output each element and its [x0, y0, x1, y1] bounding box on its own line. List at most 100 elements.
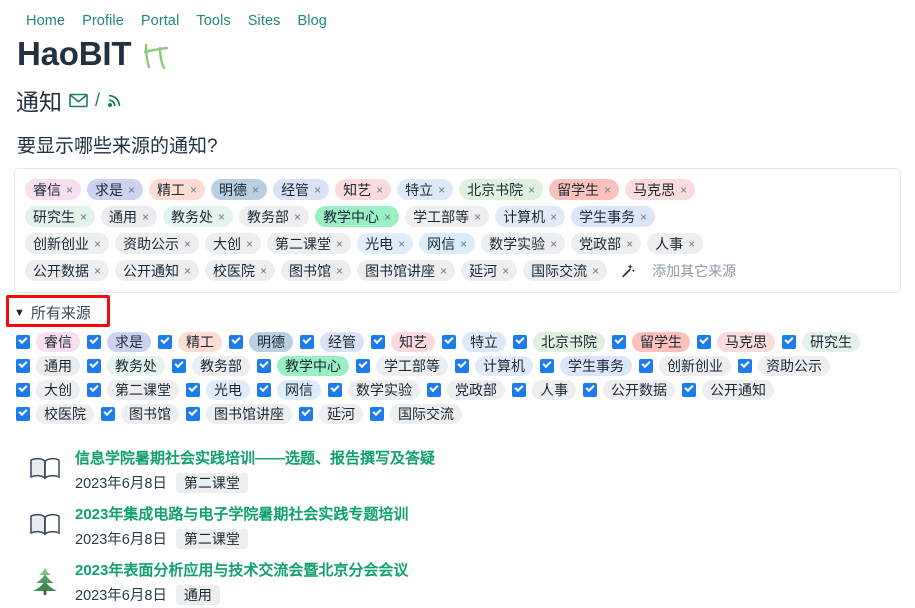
notification-title-link[interactable]: 2023年表面分析应用与技术交流会暨北京分会会议: [75, 562, 408, 579]
remove-tag-icon[interactable]: ×: [190, 184, 197, 196]
source-checkbox-item[interactable]: 人事: [512, 380, 576, 400]
source-checkbox-item[interactable]: 研究生: [782, 332, 860, 352]
source-checkbox-item[interactable]: 北京书院: [513, 332, 605, 352]
checkbox-checked-icon[interactable]: [229, 335, 243, 349]
nav-link-tools[interactable]: Tools: [196, 13, 230, 29]
remove-tag-icon[interactable]: ×: [336, 265, 343, 277]
checkbox-checked-icon[interactable]: [16, 383, 30, 397]
remove-tag-icon[interactable]: ×: [384, 211, 391, 223]
remove-tag-icon[interactable]: ×: [218, 211, 225, 223]
checkbox-checked-icon[interactable]: [186, 407, 200, 421]
checkbox-checked-icon[interactable]: [371, 335, 385, 349]
remove-tag-icon[interactable]: ×: [550, 238, 557, 250]
add-other-source-input[interactable]: 添加其它来源: [652, 261, 736, 281]
notification-source-badge[interactable]: 通用: [175, 584, 220, 605]
source-checkbox-item[interactable]: 国际交流: [370, 404, 462, 424]
remove-tag-icon[interactable]: ×: [460, 238, 467, 250]
all-sources-toggle[interactable]: ▼ 所有来源: [12, 300, 95, 325]
selected-tag[interactable]: 学工部等 ×: [405, 206, 490, 227]
source-checkbox-item[interactable]: 求是: [87, 332, 151, 352]
selected-tag[interactable]: 延河 ×: [461, 260, 518, 281]
selected-tag[interactable]: 留学生 ×: [549, 179, 620, 200]
remove-tag-icon[interactable]: ×: [184, 265, 191, 277]
selected-tag[interactable]: 学生事务 ×: [571, 206, 656, 227]
checkbox-checked-icon[interactable]: [87, 335, 101, 349]
remove-tag-icon[interactable]: ×: [184, 238, 191, 250]
nav-link-portal[interactable]: Portal: [141, 13, 179, 29]
nav-link-blog[interactable]: Blog: [298, 13, 327, 29]
checkbox-checked-icon[interactable]: [427, 383, 441, 397]
selected-tag[interactable]: 大创 ×: [205, 233, 262, 254]
selected-tag[interactable]: 创新创业 ×: [25, 233, 110, 254]
remove-tag-icon[interactable]: ×: [94, 238, 101, 250]
remove-tag-icon[interactable]: ×: [528, 184, 535, 196]
checkbox-checked-icon[interactable]: [370, 407, 384, 421]
checkbox-checked-icon[interactable]: [328, 383, 342, 397]
source-checkbox-item[interactable]: 计算机: [455, 356, 533, 376]
selected-tag[interactable]: 图书馆讲座 ×: [357, 260, 456, 281]
source-checkbox-item[interactable]: 精工: [158, 332, 222, 352]
source-checkbox-item[interactable]: 教务部: [172, 356, 250, 376]
selected-tag[interactable]: 公开通知 ×: [115, 260, 200, 281]
checkbox-checked-icon[interactable]: [442, 335, 456, 349]
checkbox-checked-icon[interactable]: [782, 335, 796, 349]
remove-tag-icon[interactable]: ×: [66, 184, 73, 196]
remove-tag-icon[interactable]: ×: [94, 265, 101, 277]
selected-tag[interactable]: 通用 ×: [101, 206, 158, 227]
selected-tag[interactable]: 国际交流 ×: [523, 260, 608, 281]
checkbox-checked-icon[interactable]: [540, 359, 554, 373]
selected-tag[interactable]: 公开数据 ×: [25, 260, 110, 281]
notification-item[interactable]: 2023年集成电路与电子学院暑期社会实践专题培训 2023年6月8日 第二课堂: [0, 496, 915, 552]
source-checkbox-item[interactable]: 教学中心: [257, 356, 349, 376]
source-checkbox-item[interactable]: 数学实验: [328, 380, 420, 400]
source-checkbox-item[interactable]: 延河: [299, 404, 363, 424]
notification-item[interactable]: 2023年表面分析应用与技术交流会暨北京分会会议 2023年6月8日 通用: [0, 552, 915, 608]
selected-tag[interactable]: 校医院 ×: [205, 260, 276, 281]
source-checkbox-item[interactable]: 睿信: [16, 332, 80, 352]
source-checkbox-item[interactable]: 党政部: [427, 380, 505, 400]
remove-tag-icon[interactable]: ×: [440, 265, 447, 277]
remove-tag-icon[interactable]: ×: [688, 238, 695, 250]
notification-title-link[interactable]: 信息学院暑期社会实践培训——选题、报告撰写及答疑: [75, 450, 435, 467]
checkbox-checked-icon[interactable]: [257, 359, 271, 373]
remove-tag-icon[interactable]: ×: [474, 211, 481, 223]
checkbox-checked-icon[interactable]: [356, 359, 370, 373]
checkbox-checked-icon[interactable]: [512, 383, 526, 397]
selected-tag[interactable]: 马克思 ×: [625, 179, 696, 200]
selected-tag[interactable]: 教学中心 ×: [315, 206, 400, 227]
source-checkbox-item[interactable]: 大创: [16, 380, 80, 400]
source-checkbox-item[interactable]: 第二课堂: [87, 380, 179, 400]
source-checkbox-item[interactable]: 通用: [16, 356, 80, 376]
checkbox-checked-icon[interactable]: [158, 335, 172, 349]
selected-tag[interactable]: 明德 ×: [211, 179, 268, 200]
selected-tag[interactable]: 图书馆 ×: [281, 260, 352, 281]
source-checkbox-item[interactable]: 校医院: [16, 404, 94, 424]
selected-tag[interactable]: 研究生 ×: [25, 206, 96, 227]
remove-tag-icon[interactable]: ×: [128, 184, 135, 196]
selected-tag[interactable]: 睿信 ×: [25, 179, 82, 200]
selected-tag[interactable]: 知艺 ×: [335, 179, 392, 200]
notification-item[interactable]: 信息学院暑期社会实践培训——选题、报告撰写及答疑 2023年6月8日 第二课堂: [0, 440, 915, 496]
source-checkbox-item[interactable]: 留学生: [612, 332, 690, 352]
remove-tag-icon[interactable]: ×: [252, 184, 259, 196]
source-checkbox-item[interactable]: 光电: [186, 380, 250, 400]
source-checkbox-item[interactable]: 特立: [442, 332, 506, 352]
checkbox-checked-icon[interactable]: [186, 383, 200, 397]
selected-tag[interactable]: 党政部 ×: [571, 233, 642, 254]
selected-tag[interactable]: 精工 ×: [149, 179, 206, 200]
selected-tag[interactable]: 第二课堂 ×: [267, 233, 352, 254]
source-checkbox-item[interactable]: 马克思: [697, 332, 775, 352]
notification-title-link[interactable]: 2023年集成电路与电子学院暑期社会实践专题培训: [75, 506, 408, 523]
remove-tag-icon[interactable]: ×: [438, 184, 445, 196]
source-checkbox-item[interactable]: 学工部等: [356, 356, 448, 376]
nav-link-sites[interactable]: Sites: [248, 13, 281, 29]
source-checkbox-item[interactable]: 公开数据: [583, 380, 675, 400]
source-checkbox-item[interactable]: 图书馆讲座: [186, 404, 292, 424]
remove-tag-icon[interactable]: ×: [626, 238, 633, 250]
remove-tag-icon[interactable]: ×: [376, 184, 383, 196]
notification-source-badge[interactable]: 第二课堂: [175, 472, 248, 493]
nav-link-home[interactable]: Home: [26, 13, 65, 29]
remove-tag-icon[interactable]: ×: [680, 184, 687, 196]
checkbox-checked-icon[interactable]: [682, 383, 696, 397]
envelope-icon[interactable]: [69, 87, 88, 114]
